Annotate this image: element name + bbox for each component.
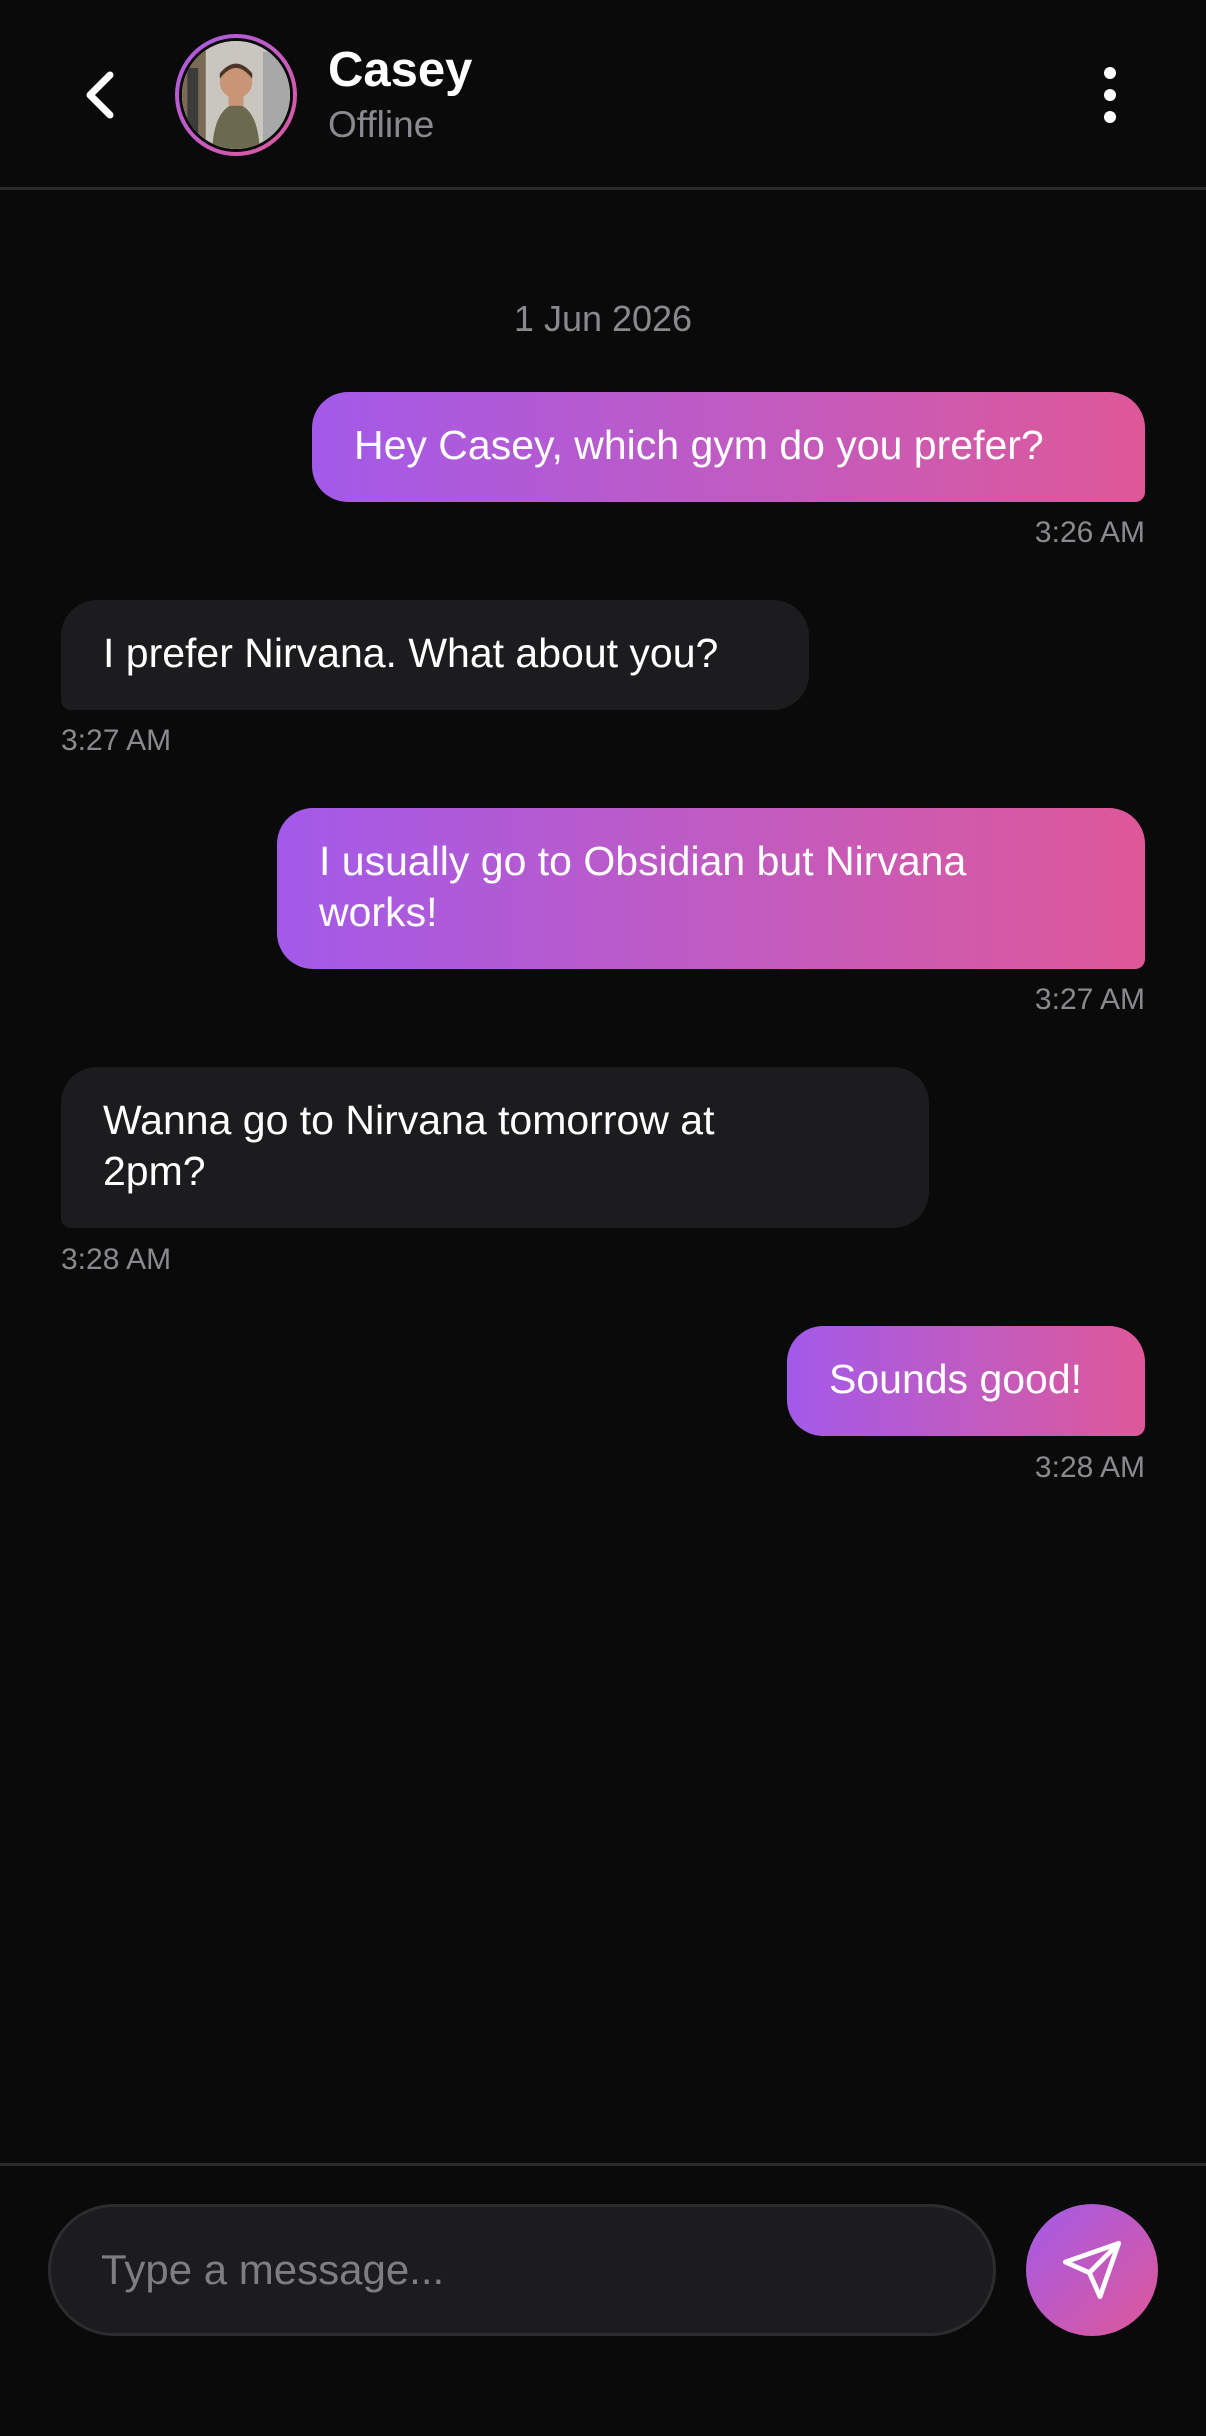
back-button[interactable]	[60, 55, 140, 135]
message-time: 3:27 AM	[61, 724, 172, 757]
more-vertical-icon	[1104, 67, 1116, 123]
chat-header: Casey Offline	[0, 0, 1206, 190]
message-time: 3:26 AM	[1034, 516, 1145, 549]
date-separator: 1 Jun 2026	[513, 298, 693, 339]
incoming-message[interactable]: I prefer Nirvana. What about you?	[61, 600, 809, 710]
message-time: 3:27 AM	[1034, 983, 1145, 1016]
message-time: 3:28 AM	[1034, 1451, 1145, 1484]
incoming-message[interactable]: Wanna go to Nirvana tomorrow at 2pm?	[61, 1067, 929, 1228]
outgoing-message[interactable]: Sounds good!	[787, 1326, 1145, 1436]
outgoing-message[interactable]: I usually go to Obsidian but Nirvana wor…	[277, 808, 1145, 969]
contact-name: Casey	[328, 43, 473, 97]
contact-status: Offline	[328, 104, 435, 145]
more-options-button[interactable]	[1075, 55, 1145, 135]
message-input[interactable]	[48, 2204, 996, 2336]
message-time: 3:28 AM	[61, 1243, 172, 1276]
chevron-left-icon	[86, 71, 114, 119]
chat-screen: Casey Offline 1 Jun 2026 Hey Casey, whic…	[0, 0, 1206, 2436]
avatar-photo	[179, 38, 293, 152]
send-icon	[1062, 2240, 1122, 2300]
message-composer	[0, 2163, 1206, 2436]
avatar[interactable]	[175, 34, 297, 156]
outgoing-message[interactable]: Hey Casey, which gym do you prefer?	[312, 392, 1145, 502]
send-button[interactable]	[1026, 2204, 1158, 2336]
